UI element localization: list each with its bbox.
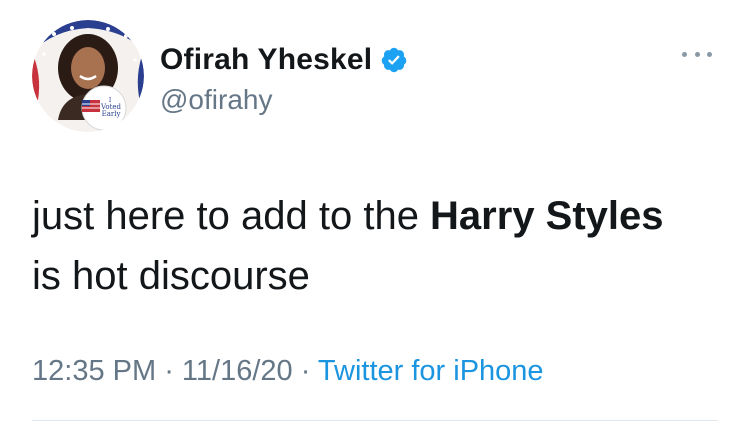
tweet-text-part1: just here to add to the	[32, 194, 431, 238]
display-name[interactable]: Ofirah Yheskel	[160, 43, 372, 77]
name-row: Ofirah Yheskel	[160, 42, 408, 78]
meta-separator: ·	[156, 355, 182, 387]
more-dot	[707, 51, 712, 57]
avatar[interactable]: I Voted Early	[32, 20, 144, 132]
divider	[32, 420, 718, 421]
svg-text:Early: Early	[102, 110, 121, 118]
avatar-image: I Voted Early	[32, 20, 144, 132]
verified-badge-icon	[380, 46, 408, 74]
more-dot	[694, 51, 700, 57]
tweet-card: I Voted Early Ofirah Yheskel @ofirahy ju…	[0, 0, 750, 426]
more-options-icon[interactable]	[682, 48, 712, 60]
user-handle[interactable]: @ofirahy	[160, 84, 272, 116]
tweet-date[interactable]: 11/16/20	[182, 355, 293, 387]
meta-separator: ·	[292, 355, 318, 387]
more-dot	[682, 51, 687, 57]
tweet-meta: 12:35 PM · 11/16/20 · Twitter for iPhone	[32, 355, 544, 388]
tweet-text: just here to add to the Harry Styles is …	[32, 186, 672, 306]
tweet-time[interactable]: 12:35 PM	[32, 355, 156, 387]
tweet-source-link[interactable]: Twitter for iPhone	[318, 355, 544, 387]
tweet-text-part2: is hot discourse	[32, 254, 310, 298]
tweet-text-bold: Harry Styles	[430, 194, 664, 238]
